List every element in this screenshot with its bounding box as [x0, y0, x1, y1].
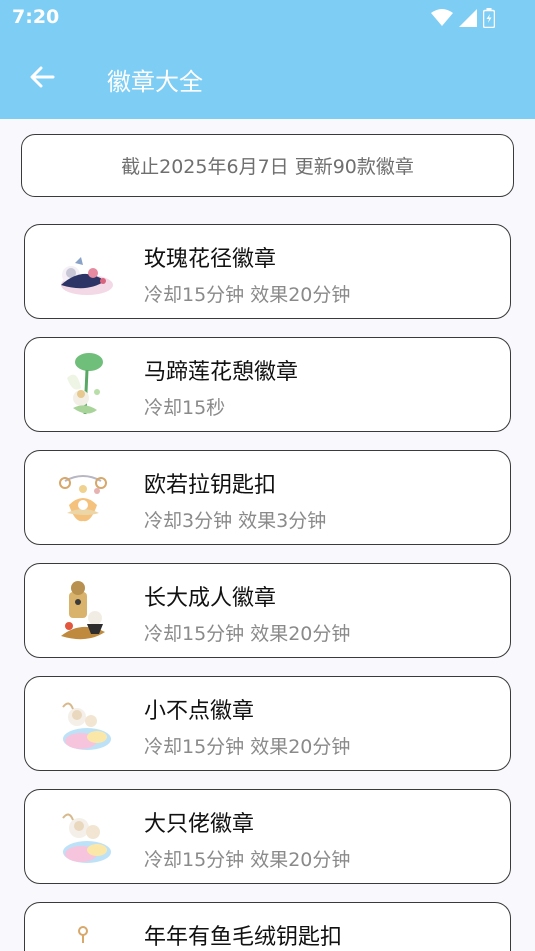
badge-card-rose-path[interactable]: 玫瑰花径徽章 冷却15分钟 效果20分钟: [24, 224, 511, 319]
badge-name: 年年有鱼毛绒钥匙扣: [144, 925, 343, 950]
badge-card-big-guy[interactable]: 大只佬徽章 冷却15分钟 效果20分钟: [24, 789, 511, 884]
badge-name: 欧若拉钥匙扣: [144, 473, 277, 498]
page-title: 徽章大全: [107, 68, 203, 96]
fish-plush-keychain-icon: [47, 913, 121, 951]
wifi-icon: [431, 9, 453, 26]
badge-info: 冷却15分钟 效果20分钟: [144, 284, 351, 306]
calla-lily-badge-icon: [47, 348, 121, 422]
badge-card-little-one[interactable]: 小不点徽章 冷却15分钟 效果20分钟: [24, 676, 511, 771]
status-time: 7:20: [12, 6, 60, 28]
update-notice-text: 截止2025年6月7日 更新90款徽章: [121, 156, 414, 178]
badge-name: 马蹄莲花憩徽章: [144, 360, 299, 385]
badge-name: 玫瑰花径徽章: [144, 247, 277, 272]
badge-card-grown-up[interactable]: 长大成人徽章 冷却15分钟 效果20分钟: [24, 563, 511, 658]
battery-icon: [483, 8, 495, 28]
badge-info: 冷却3分钟 效果3分钟: [144, 510, 327, 532]
big-guy-badge-icon: [47, 800, 121, 874]
badge-card-fish-plush[interactable]: 年年有鱼毛绒钥匙扣: [24, 902, 511, 951]
badge-name: 大只佬徽章: [144, 812, 255, 837]
status-icons: [431, 8, 495, 28]
badge-info: 冷却15分钟 效果20分钟: [144, 849, 351, 871]
aurora-keychain-icon: [47, 461, 121, 535]
signal-icon: [459, 9, 477, 27]
badge-name: 小不点徽章: [144, 699, 255, 724]
badge-info: 冷却15分钟 效果20分钟: [144, 623, 351, 645]
rose-path-badge-icon: [47, 235, 121, 309]
back-arrow-icon: [30, 66, 55, 88]
badge-info: 冷却15秒: [144, 397, 226, 419]
little-one-badge-icon: [47, 687, 121, 761]
back-button[interactable]: [26, 60, 58, 94]
badge-name: 长大成人徽章: [144, 586, 277, 611]
badge-info: 冷却15分钟 效果20分钟: [144, 736, 351, 758]
update-notice: 截止2025年6月7日 更新90款徽章: [21, 134, 514, 197]
grown-up-badge-icon: [47, 574, 121, 648]
badge-card-aurora-keychain[interactable]: 欧若拉钥匙扣 冷却3分钟 效果3分钟: [24, 450, 511, 545]
badge-card-calla-lily[interactable]: 马蹄莲花憩徽章 冷却15秒: [24, 337, 511, 432]
app-bar: 7:20 徽章大全: [0, 0, 535, 119]
